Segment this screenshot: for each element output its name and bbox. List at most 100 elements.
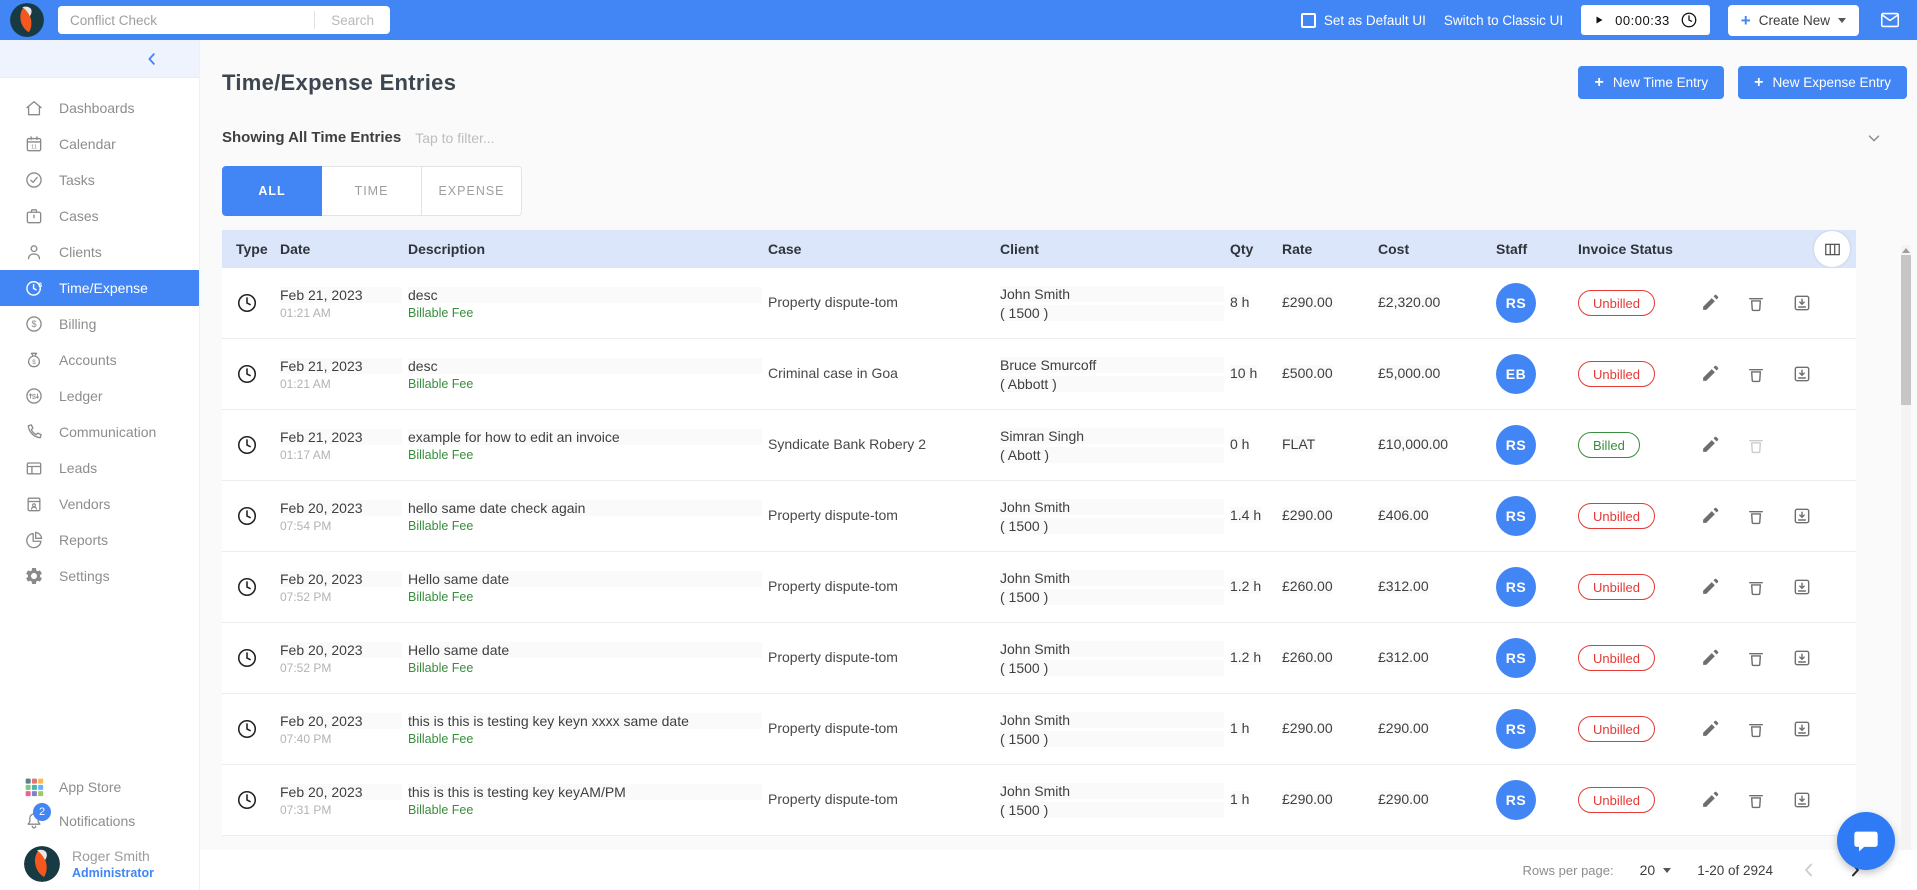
delete-entry-button[interactable] bbox=[1746, 790, 1766, 810]
sidebar-item-ledger[interactable]: Ledger bbox=[0, 378, 199, 414]
tab-expense[interactable]: EXPENSE bbox=[422, 166, 522, 216]
table-row[interactable]: Feb 21, 2023 01:17 AM example for how to… bbox=[222, 410, 1856, 481]
sidebar-item-app-store[interactable]: App Store bbox=[24, 770, 199, 804]
column-header-staff[interactable]: Staff bbox=[1496, 241, 1578, 257]
rows-per-page-select[interactable]: 20 bbox=[1640, 862, 1672, 878]
staff-avatar[interactable]: RS bbox=[1496, 283, 1536, 323]
staff-avatar[interactable]: EB bbox=[1496, 354, 1536, 394]
sidebar-item-billing[interactable]: Billing bbox=[0, 306, 199, 342]
pencil-icon bbox=[1700, 719, 1720, 739]
staff-avatar[interactable]: RS bbox=[1496, 425, 1536, 465]
mail-icon[interactable] bbox=[1877, 9, 1903, 31]
staff-avatar[interactable]: RS bbox=[1496, 709, 1536, 749]
set-default-ui-option[interactable]: Set as Default UI bbox=[1301, 13, 1426, 28]
column-header-rate[interactable]: Rate bbox=[1282, 241, 1378, 257]
staff-avatar[interactable]: RS bbox=[1496, 496, 1536, 536]
edit-entry-button[interactable] bbox=[1700, 719, 1720, 739]
column-header-qty[interactable]: Qty bbox=[1230, 241, 1282, 257]
filter-input-placeholder[interactable]: Tap to filter... bbox=[415, 130, 494, 146]
user-profile[interactable]: Roger Smith Administrator bbox=[24, 846, 199, 882]
column-header-invoice-status[interactable]: Invoice Status bbox=[1578, 241, 1700, 257]
sidebar: Dashboards Calendar Tasks Cases Clients … bbox=[0, 40, 200, 890]
entry-date: Feb 20, 2023 bbox=[280, 571, 402, 587]
filter-chevron-down-icon[interactable] bbox=[1865, 129, 1883, 147]
entry-cost: £290.00 bbox=[1378, 791, 1429, 807]
entries-table: Type Date Description Case Client Qty Ra… bbox=[222, 230, 1856, 836]
sidebar-item-dashboards[interactable]: Dashboards bbox=[0, 90, 199, 126]
table-row[interactable]: Feb 20, 2023 07:52 PM Hello same date Bi… bbox=[222, 552, 1856, 623]
set-default-ui-checkbox[interactable] bbox=[1301, 13, 1316, 28]
delete-entry-button[interactable] bbox=[1746, 435, 1766, 455]
table-row[interactable]: Feb 20, 2023 07:52 PM Hello same date Bi… bbox=[222, 623, 1856, 694]
download-entry-button[interactable] bbox=[1792, 364, 1812, 384]
scroll-up-arrow-icon[interactable] bbox=[1902, 248, 1910, 253]
sidebar-item-clients[interactable]: Clients bbox=[0, 234, 199, 270]
delete-entry-button[interactable] bbox=[1746, 293, 1766, 313]
create-new-button[interactable]: + Create New bbox=[1728, 5, 1859, 36]
staff-avatar[interactable]: RS bbox=[1496, 780, 1536, 820]
new-time-entry-button[interactable]: +New Time Entry bbox=[1578, 66, 1724, 99]
staff-avatar[interactable]: RS bbox=[1496, 638, 1536, 678]
sidebar-item-tasks[interactable]: Tasks bbox=[0, 162, 199, 198]
edit-entry-button[interactable] bbox=[1700, 293, 1720, 313]
download-entry-button[interactable] bbox=[1792, 577, 1812, 597]
edit-entry-button[interactable] bbox=[1700, 648, 1720, 668]
sidebar-item-leads[interactable]: Leads bbox=[0, 450, 199, 486]
sidebar-item-reports[interactable]: Reports bbox=[0, 522, 199, 558]
sidebar-item-calendar[interactable]: Calendar bbox=[0, 126, 199, 162]
delete-entry-button[interactable] bbox=[1746, 648, 1766, 668]
column-header-description[interactable]: Description bbox=[408, 241, 768, 257]
delete-entry-button[interactable] bbox=[1746, 506, 1766, 526]
search-button[interactable]: Search bbox=[314, 11, 390, 29]
edit-entry-button[interactable] bbox=[1700, 577, 1720, 597]
sidebar-item-accounts[interactable]: Accounts bbox=[0, 342, 199, 378]
table-row[interactable]: Feb 20, 2023 07:40 PM this is this is te… bbox=[222, 694, 1856, 765]
edit-entry-button[interactable] bbox=[1700, 435, 1720, 455]
column-header-client[interactable]: Client bbox=[1000, 241, 1230, 257]
sidebar-item-label: Time/Expense bbox=[59, 280, 148, 296]
table-scrollbar[interactable] bbox=[1901, 245, 1911, 850]
download-entry-button[interactable] bbox=[1792, 719, 1812, 739]
delete-entry-button[interactable] bbox=[1746, 577, 1766, 597]
download-entry-button[interactable] bbox=[1792, 648, 1812, 668]
sidebar-item-vendors[interactable]: Vendors bbox=[0, 486, 199, 522]
download-entry-button[interactable] bbox=[1792, 293, 1812, 313]
sidebar-item-label: Vendors bbox=[59, 496, 110, 512]
tab-time[interactable]: TIME bbox=[322, 166, 422, 216]
tab-all[interactable]: ALL bbox=[222, 166, 322, 216]
column-header-date[interactable]: Date bbox=[280, 241, 408, 257]
switch-to-classic-ui-link[interactable]: Switch to Classic UI bbox=[1444, 13, 1563, 28]
column-settings-button[interactable] bbox=[1814, 231, 1850, 267]
table-row[interactable]: Feb 21, 2023 01:21 AM desc Billable Fee … bbox=[222, 339, 1856, 410]
sidebar-item-notifications[interactable]: 2 Notifications bbox=[24, 804, 199, 838]
entry-client-name: John Smith bbox=[1000, 570, 1224, 586]
delete-entry-button[interactable] bbox=[1746, 364, 1766, 384]
column-header-type[interactable]: Type bbox=[222, 241, 280, 257]
app-logo[interactable] bbox=[10, 3, 44, 37]
sidebar-item-communication[interactable]: Communication bbox=[0, 414, 199, 450]
previous-page-button[interactable] bbox=[1799, 860, 1819, 880]
new-expense-entry-button[interactable]: +New Expense Entry bbox=[1738, 66, 1907, 99]
delete-entry-button[interactable] bbox=[1746, 719, 1766, 739]
download-entry-button[interactable] bbox=[1792, 790, 1812, 810]
download-entry-button[interactable] bbox=[1792, 506, 1812, 526]
table-row[interactable]: Feb 21, 2023 01:21 AM desc Billable Fee … bbox=[222, 268, 1856, 339]
clock-icon[interactable] bbox=[1680, 11, 1698, 29]
column-header-cost[interactable]: Cost bbox=[1378, 241, 1496, 257]
chat-fab-button[interactable] bbox=[1837, 812, 1895, 870]
edit-entry-button[interactable] bbox=[1700, 790, 1720, 810]
table-row[interactable]: Feb 20, 2023 07:31 PM this is this is te… bbox=[222, 765, 1856, 836]
staff-avatar[interactable]: RS bbox=[1496, 567, 1536, 607]
sidebar-item-label: Communication bbox=[59, 424, 156, 440]
conflict-check-input[interactable] bbox=[58, 6, 314, 34]
sidebar-item-cases[interactable]: Cases bbox=[0, 198, 199, 234]
edit-entry-button[interactable] bbox=[1700, 364, 1720, 384]
collapse-sidebar-icon[interactable] bbox=[143, 50, 161, 68]
scrollbar-thumb[interactable] bbox=[1901, 255, 1911, 405]
sidebar-item-time-expense[interactable]: Time/Expense bbox=[0, 270, 199, 306]
sidebar-item-settings[interactable]: Settings bbox=[0, 558, 199, 594]
column-header-case[interactable]: Case bbox=[768, 241, 1000, 257]
play-icon[interactable] bbox=[1593, 14, 1605, 26]
table-row[interactable]: Feb 20, 2023 07:54 PM hello same date ch… bbox=[222, 481, 1856, 552]
edit-entry-button[interactable] bbox=[1700, 506, 1720, 526]
